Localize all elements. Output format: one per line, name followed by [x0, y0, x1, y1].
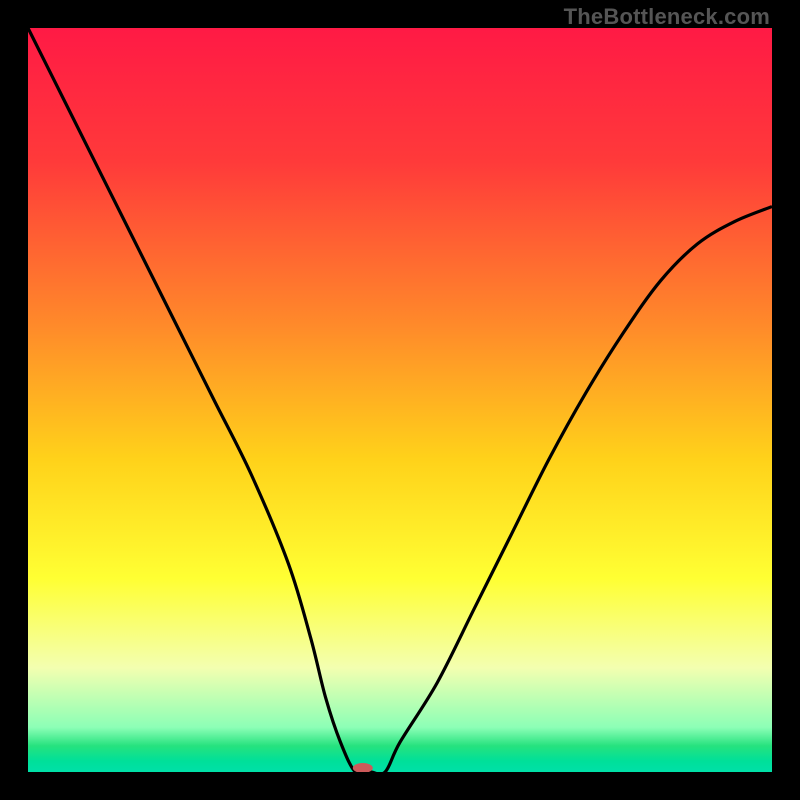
chart-svg — [28, 28, 772, 772]
chart-plot-area — [28, 28, 772, 772]
chart-background — [28, 28, 772, 772]
watermark-text: TheBottleneck.com — [564, 4, 770, 30]
chart-frame: TheBottleneck.com — [0, 0, 800, 800]
